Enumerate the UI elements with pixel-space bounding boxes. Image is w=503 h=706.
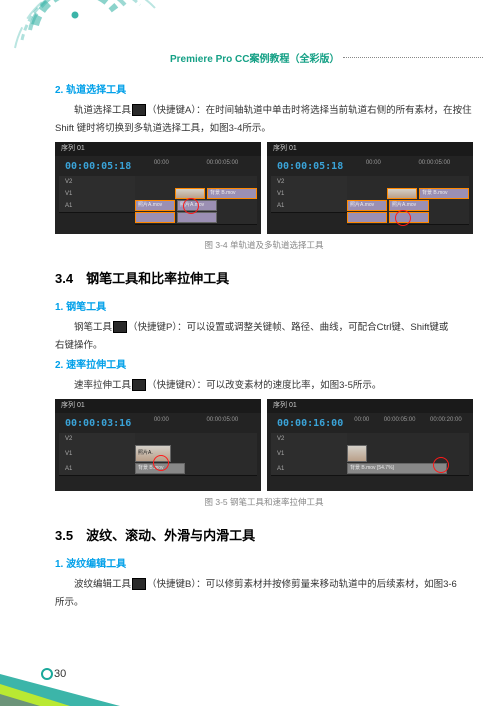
- callout-circle: [153, 455, 169, 471]
- panel-seq-label: 序列 01: [55, 142, 261, 156]
- rate-stretch-tool-icon: [132, 379, 146, 391]
- callout-circle: [433, 457, 449, 473]
- subheading-track-select: 2. 轨道选择工具: [55, 82, 473, 100]
- para-track-select: 轨道选择工具（快捷键A）：在时间轴轨道中单击时将选择当前轨道右侧的所有素材，在按…: [55, 102, 473, 138]
- clip: 背景 B.mov: [419, 188, 469, 199]
- para-ripple: 波纹编辑工具（快捷键B）：可以修剪素材并按修剪量来移动轨道中的后续素材，如图3-…: [55, 576, 473, 594]
- panel-seq-label: 序列 01: [267, 142, 473, 156]
- section-3-5-heading: 3.5 波纹、滚动、外滑与内滑工具: [55, 524, 473, 547]
- time-ruler: 00:00 00:00:05:00: [135, 415, 257, 429]
- page-content: 2. 轨道选择工具 轨道选择工具（快捷键A）：在时间轴轨道中单击时将选择当前轨道…: [55, 80, 473, 666]
- subheading-rate: 2. 速率拉伸工具: [55, 357, 473, 375]
- timecode: 00:00:05:18: [65, 158, 131, 176]
- clip: 背景 B.mov [54.7%]: [347, 463, 447, 474]
- subheading-pen: 1. 钢笔工具: [55, 299, 473, 317]
- clip: [347, 212, 387, 223]
- clip: [347, 445, 367, 462]
- para-pen: 钢笔工具（快捷键P）：可以设置或调整关键帧、路径、曲线，可配合Ctrl键、Shi…: [55, 319, 473, 337]
- figure-3-5: 序列 01 00:00:03:16 00:00 00:00:05:00 V2 V…: [55, 399, 473, 491]
- timeline-panel: 序列 01 00:00:03:16 00:00 00:00:05:00 V2 V…: [55, 399, 261, 491]
- clip: [135, 212, 175, 223]
- para-rate: 速率拉伸工具（快捷键R）：可以改变素材的速度比率，如图3-5所示。: [55, 377, 473, 395]
- clip: [387, 188, 417, 199]
- pen-tool-icon: [113, 321, 127, 333]
- callout-circle: [395, 210, 411, 226]
- header-title: Premiere Pro CC案例教程（全彩版）: [170, 50, 339, 65]
- para-pen-cont: 右键操作。: [55, 337, 473, 355]
- timecode: 00:00:03:16: [65, 415, 131, 433]
- figure-3-4-caption: 图 3-4 单轨道及多轨道选择工具: [55, 238, 473, 253]
- panel-seq-label: 序列 01: [267, 399, 473, 413]
- timeline-panel: 序列 01 00:00:16:00 00:00 00:00:05:00 00:0…: [267, 399, 473, 491]
- clip: 照片A.mov: [389, 200, 429, 211]
- clip: [177, 212, 217, 223]
- footer-decoration: [0, 666, 120, 706]
- ripple-edit-tool-icon: [132, 578, 146, 590]
- figure-3-4: 序列 01 00:00:05:18 00:00 00:00:05:00 V2 V…: [55, 142, 473, 234]
- header-line: Premiere Pro CC案例教程（全彩版）: [170, 50, 483, 64]
- time-ruler: 00:00 00:00:05:00: [347, 158, 469, 172]
- para-ripple-cont: 所示。: [55, 594, 473, 612]
- panel-seq-label: 序列 01: [55, 399, 261, 413]
- timeline-panel: 序列 01 00:00:05:18 00:00 00:00:05:00 V2 V…: [55, 142, 261, 234]
- timecode: 00:00:05:18: [277, 158, 343, 176]
- subheading-ripple: 1. 波纹编辑工具: [55, 556, 473, 574]
- time-ruler: 00:00 00:00:05:00 00:00:20:00: [347, 415, 469, 429]
- clip: 照片A.mov: [135, 200, 175, 211]
- section-3-4-heading: 3.4 钢笔工具和比率拉伸工具: [55, 267, 473, 290]
- track-select-tool-icon: [132, 104, 146, 116]
- header-dots: [343, 57, 483, 58]
- clip: 照片A.mov: [347, 200, 387, 211]
- figure-3-5-caption: 图 3-5 钢笔工具和速率拉伸工具: [55, 495, 473, 510]
- timecode: 00:00:16:00: [277, 415, 343, 433]
- callout-circle: [183, 198, 199, 214]
- clip: 背景 B.mov: [207, 188, 257, 199]
- timeline-panel: 序列 01 00:00:05:18 00:00 00:00:05:00 V2 V…: [267, 142, 473, 234]
- time-ruler: 00:00 00:00:05:00: [135, 158, 257, 172]
